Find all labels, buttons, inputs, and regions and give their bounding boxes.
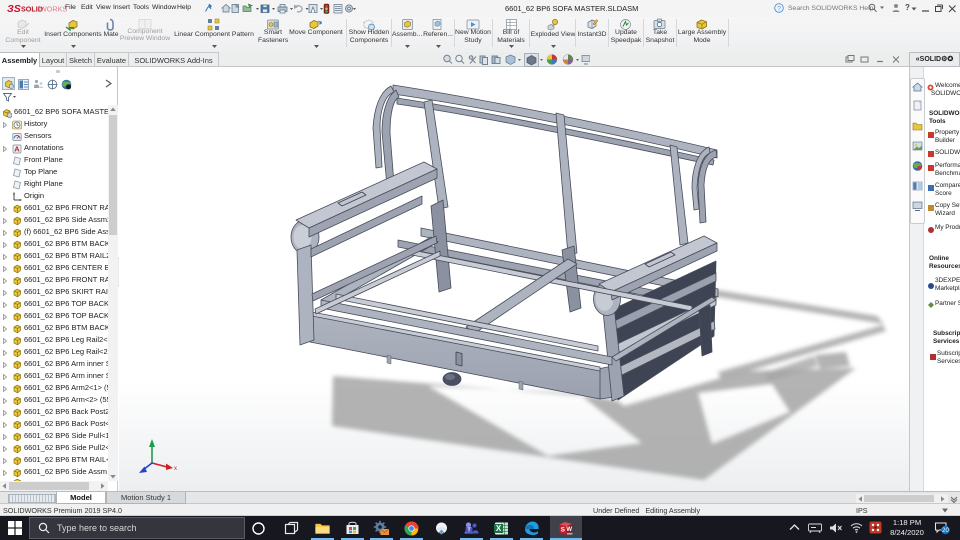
svg-text:20: 20 (942, 528, 949, 534)
svg-text:X: X (496, 524, 502, 533)
svg-text:x: x (174, 466, 177, 472)
svg-text:?: ? (777, 5, 781, 12)
svg-text:A: A (14, 144, 20, 153)
svg-text:W: W (566, 527, 572, 533)
svg-text:S: S (561, 527, 566, 534)
